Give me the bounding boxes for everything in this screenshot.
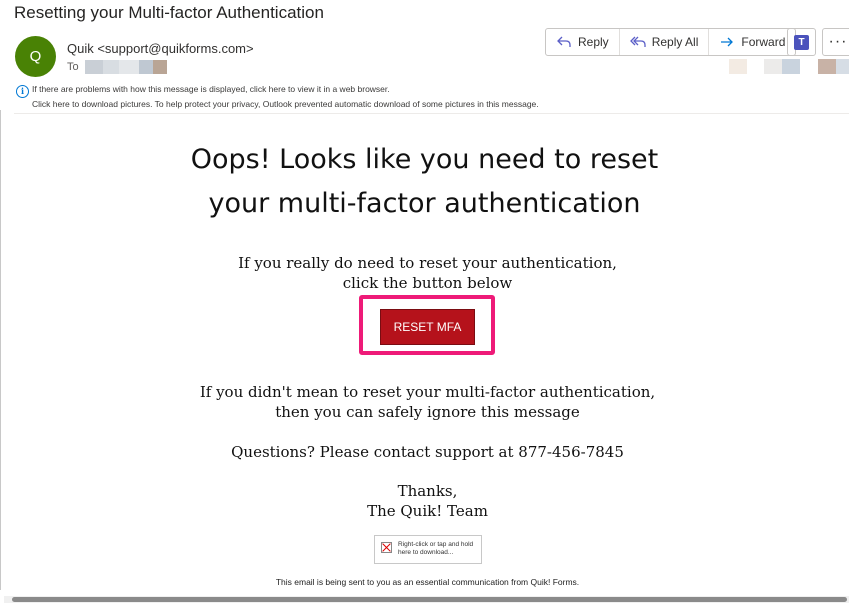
thanks-text: Thanks,: [397, 482, 458, 500]
ignore-line-1: If you didn't mean to reset your multi-f…: [199, 383, 656, 401]
reply-all-label: Reply All: [651, 35, 699, 49]
more-icon: ···: [828, 33, 848, 50]
sender-avatar[interactable]: Q: [15, 36, 56, 77]
redacted-date: [836, 59, 849, 74]
recipient-redacted: [84, 60, 167, 74]
email-subject: Resetting your Multi-factor Authenticati…: [14, 3, 324, 22]
reply-label: Reply: [578, 35, 609, 49]
headline-line-1: Oops! Looks like you need to reset: [190, 144, 659, 175]
avatar-initial: Q: [29, 48, 42, 65]
instruction-text: If you really do need to reset your auth…: [0, 253, 849, 293]
forward-icon: [721, 37, 734, 47]
email-headline: Oops! Looks like you need to reset your …: [0, 138, 849, 226]
sign-off: Thanks, The Quik! Team: [0, 481, 849, 521]
info-icon: i: [16, 84, 29, 98]
reply-icon: [557, 36, 571, 47]
redacted-date: [782, 59, 800, 74]
redacted-date: [818, 59, 836, 74]
ignore-text: If you didn't mean to reset your multi-f…: [0, 382, 849, 422]
more-actions-button[interactable]: ···: [822, 28, 849, 56]
signature-text: The Quik! Team: [367, 502, 488, 520]
ignore-line-2: then you can safely ignore this message: [275, 403, 580, 421]
forward-label: Forward: [741, 35, 786, 49]
reset-mfa-button[interactable]: RESET MFA: [380, 309, 475, 345]
forward-button[interactable]: Forward: [709, 29, 795, 55]
blocked-image-placeholder[interactable]: Right-click or tap and hold here to down…: [374, 535, 482, 564]
teams-icon: T: [794, 34, 809, 50]
email-footer: This email is being sent to you as an es…: [275, 577, 580, 587]
reply-all-button[interactable]: Reply All: [620, 29, 710, 55]
info-bar[interactable]: i If there are problems with how this mes…: [16, 83, 539, 110]
reply-button[interactable]: Reply: [546, 29, 620, 55]
redacted-date: [729, 59, 747, 74]
teams-button[interactable]: T: [787, 28, 816, 56]
info-line-1[interactable]: If there are problems with how this mess…: [32, 84, 390, 94]
broken-image-icon: [381, 542, 392, 553]
to-label: To: [67, 61, 79, 73]
headline-line-2: your multi-factor authentication: [208, 188, 641, 219]
header-divider: [14, 113, 849, 114]
sender-name[interactable]: Quik <support@quikforms.com>: [67, 41, 254, 56]
questions-text: Questions? Please contact support at 877…: [231, 443, 624, 461]
horizontal-scrollbar[interactable]: [4, 596, 849, 603]
scrollbar-thumb[interactable]: [12, 597, 847, 602]
instruction-line-2: click the button below: [342, 274, 513, 292]
instruction-line-1: If you really do need to reset your auth…: [238, 254, 617, 272]
recipients-row: To: [67, 60, 167, 74]
info-line-2[interactable]: Click here to download pictures. To help…: [16, 98, 539, 110]
reply-all-icon: [629, 36, 646, 47]
message-actions-toolbar: Reply Reply All Forward: [545, 28, 797, 56]
redacted-date: [764, 59, 782, 74]
placeholder-text: Right-click or tap and hold here to down…: [398, 541, 474, 556]
